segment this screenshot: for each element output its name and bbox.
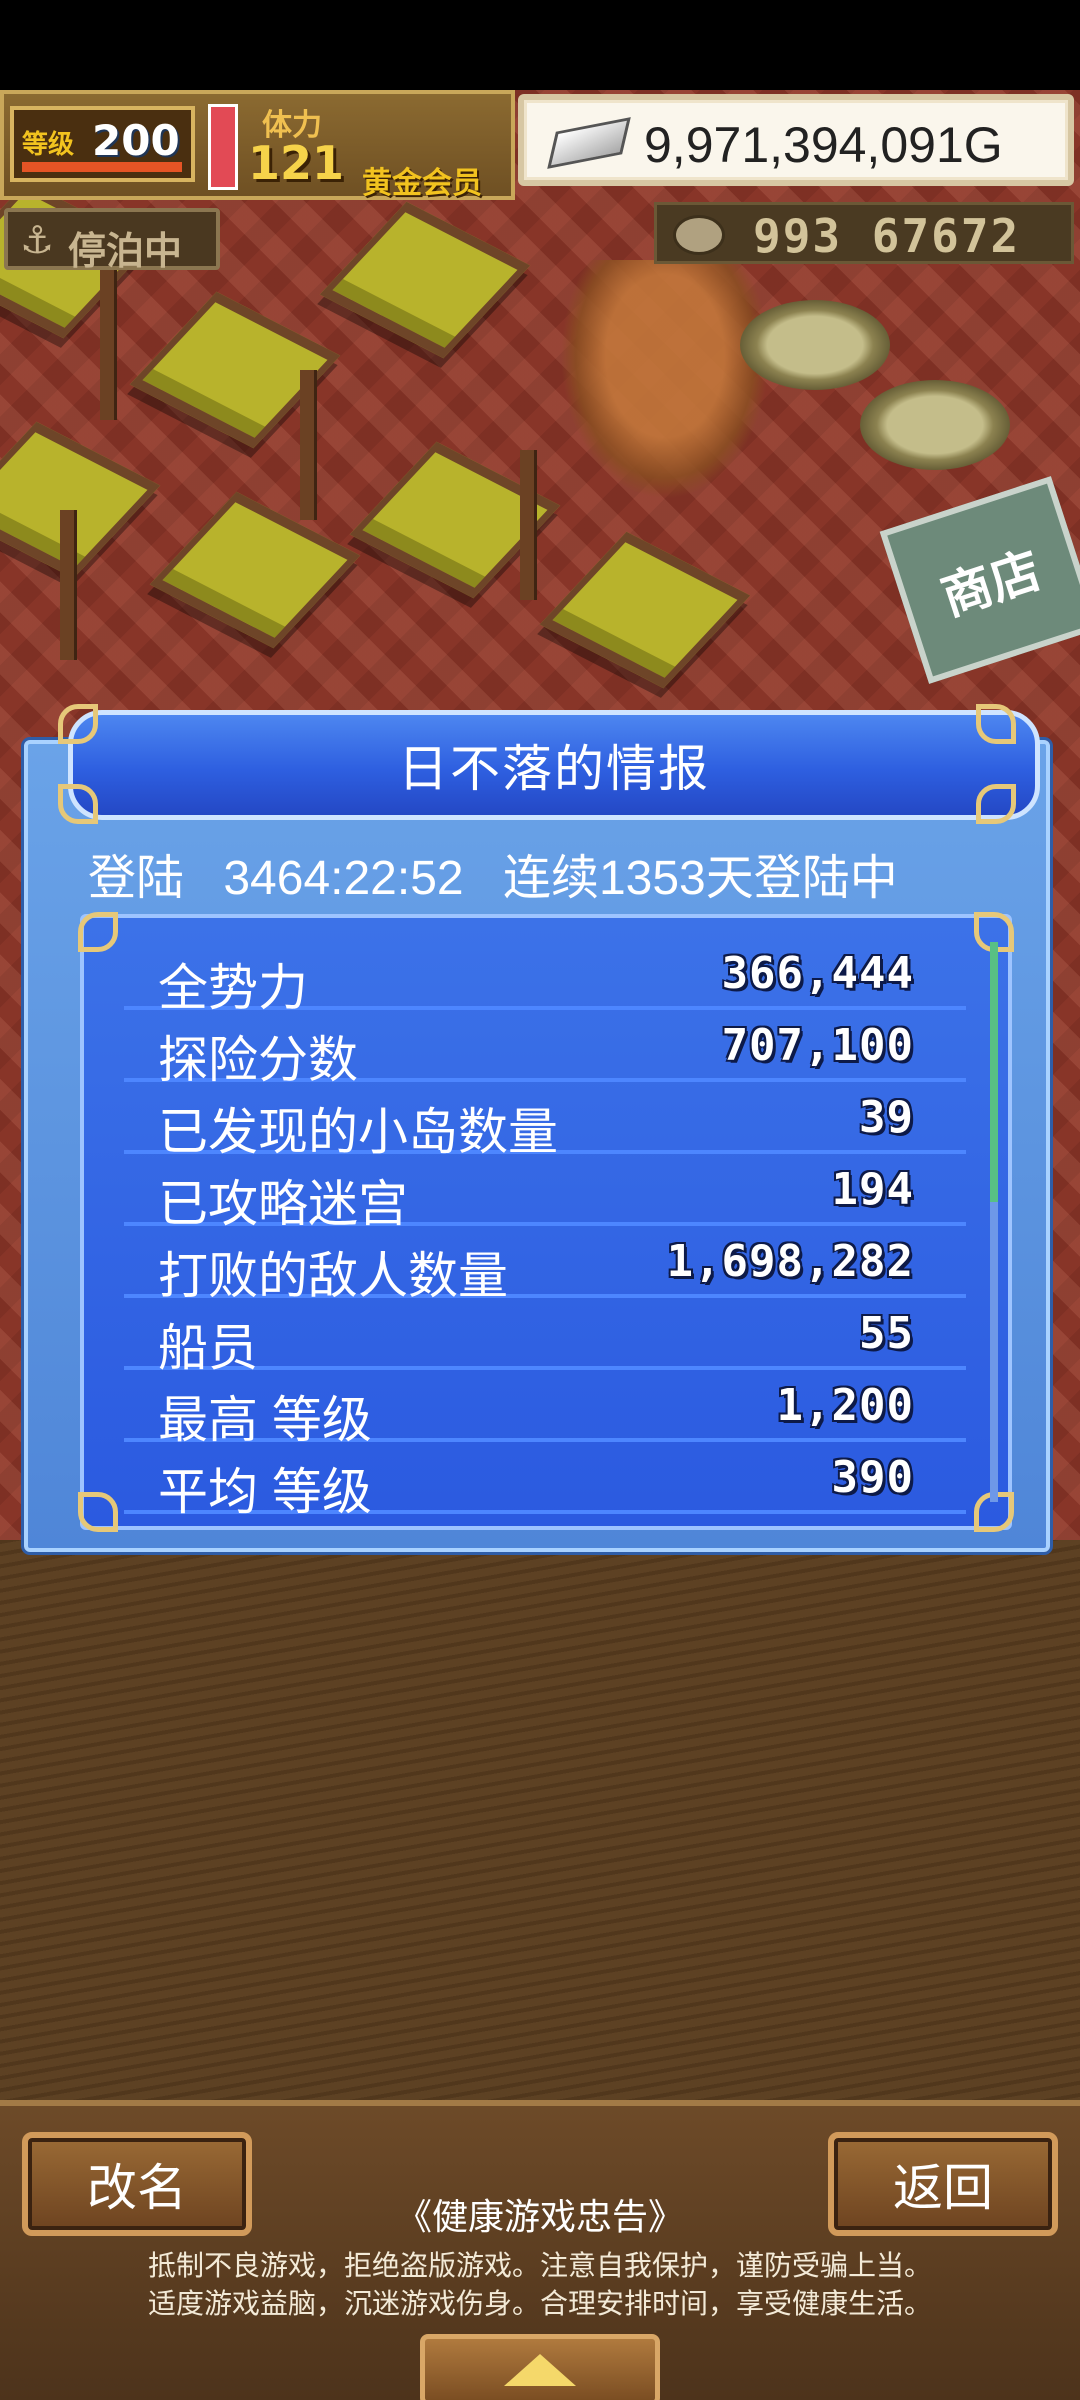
- panel-titlebar: 日不落的情报: [68, 710, 1040, 820]
- stat-value: 390: [831, 1452, 914, 1503]
- info-panel: 日不落的情报 登陆 3464:22:52 连续1353天登陆中 全势力 366,…: [24, 704, 1050, 1552]
- stamina-value: 121: [248, 136, 345, 190]
- stat-row: 船员 55: [124, 1298, 966, 1376]
- stat-row: 打败的敌人数量 1,698,282: [124, 1226, 966, 1304]
- dock-status-label: 停泊中: [68, 229, 183, 273]
- player-status: 等级 200 体力 121 黄金会员: [0, 90, 515, 201]
- ticket-value: 993 67672: [753, 209, 1021, 263]
- stat-value: 194: [831, 1164, 914, 1215]
- stat-value: 55: [859, 1308, 914, 1359]
- stats-list[interactable]: 全势力 366,444 探险分数 707,100 已发现的小岛数量 39 已攻略…: [78, 912, 1014, 1532]
- corner-ornament: [976, 784, 1016, 824]
- bottom-bar: 改名 返回 《健康游戏忠告》 抵制不良游戏，拒绝盗版游戏。注意自我保护，谨防受骗…: [0, 2100, 1080, 2400]
- cabin-bed: [0, 421, 161, 579]
- panel-title: 日不落的情报: [398, 741, 710, 797]
- shop-sign[interactable]: 商店: [879, 476, 1080, 684]
- ticket-icon: [673, 215, 725, 255]
- corner-ornament: [78, 912, 118, 952]
- top-hud: 等级 200 体力 121 黄金会员 9,971,394,091G ⚓ 停泊中 …: [0, 90, 1080, 273]
- corner-ornament: [58, 704, 98, 744]
- level-exp-bar: [22, 162, 182, 172]
- level-box: 等级 200: [10, 106, 195, 182]
- deck-floor: [0, 1540, 1080, 2180]
- stat-row: 已攻略迷宫 194: [124, 1154, 966, 1232]
- dock-status-badge: ⚓ 停泊中: [4, 208, 220, 273]
- expand-menu-button[interactable]: [420, 2334, 660, 2400]
- login-info: 登陆 3464:22:52 连续1353天登陆中: [88, 838, 1028, 908]
- stat-value: 366,444: [721, 948, 914, 999]
- health-notice-title: 《健康游戏忠告》: [395, 2196, 684, 2237]
- gold-value: 9,971,394,091G: [644, 117, 1003, 173]
- stat-row: 已发现的小岛数量 39: [124, 1082, 966, 1160]
- stat-label: 平均 等级: [158, 1464, 372, 1520]
- gold-display[interactable]: 9,971,394,091G: [518, 94, 1074, 186]
- corner-ornament: [976, 704, 1016, 744]
- stat-row: 全势力 366,444: [124, 938, 966, 1016]
- corner-ornament: [78, 1492, 118, 1532]
- corner-ornament: [58, 784, 98, 824]
- level-label: 等级: [22, 130, 75, 160]
- round-table: [740, 300, 890, 390]
- cabin-wall: [60, 510, 74, 660]
- cabin-bed: [149, 491, 361, 649]
- stat-row: 探险分数 707,100: [124, 1010, 966, 1088]
- stat-value: 707,100: [721, 1020, 914, 1071]
- silver-bar-icon: [547, 117, 631, 169]
- level-value: 200: [92, 116, 180, 165]
- stats-scrollbar[interactable]: [990, 942, 998, 1502]
- member-label: 黄金会员: [362, 166, 482, 201]
- login-streak: 连续1353天登陆中: [502, 852, 898, 905]
- health-notice-line: 抵制不良游戏，拒绝盗版游戏。注意自我保护，谨防受骗上当。: [147, 2250, 932, 2281]
- arrow-up-icon: [504, 2354, 576, 2386]
- cabin-wall: [300, 370, 314, 520]
- cabin-bed: [539, 531, 751, 689]
- login-label: 登陆: [88, 852, 185, 905]
- anchor-icon: ⚓: [20, 218, 55, 262]
- cabin-wall: [520, 450, 534, 600]
- stat-row: 最高 等级 1,200: [124, 1370, 966, 1448]
- stat-value: 1,698,282: [666, 1236, 914, 1287]
- stamina-gauge: [208, 104, 238, 190]
- dragon-figure: [560, 260, 770, 500]
- login-time: 3464:22:52: [223, 852, 464, 905]
- scrollbar-thumb[interactable]: [990, 942, 998, 1202]
- stat-value: 1,200: [776, 1380, 914, 1431]
- round-table: [860, 380, 1010, 470]
- health-notice-line: 适度游戏益脑，沉迷游戏伤身。合理安排时间，享受健康生活。: [147, 2288, 932, 2319]
- stat-row: 平均 等级 390: [124, 1442, 966, 1520]
- cabin-wall: [100, 270, 114, 420]
- stat-value: 39: [859, 1092, 914, 1143]
- ticket-display: 993 67672: [654, 202, 1074, 264]
